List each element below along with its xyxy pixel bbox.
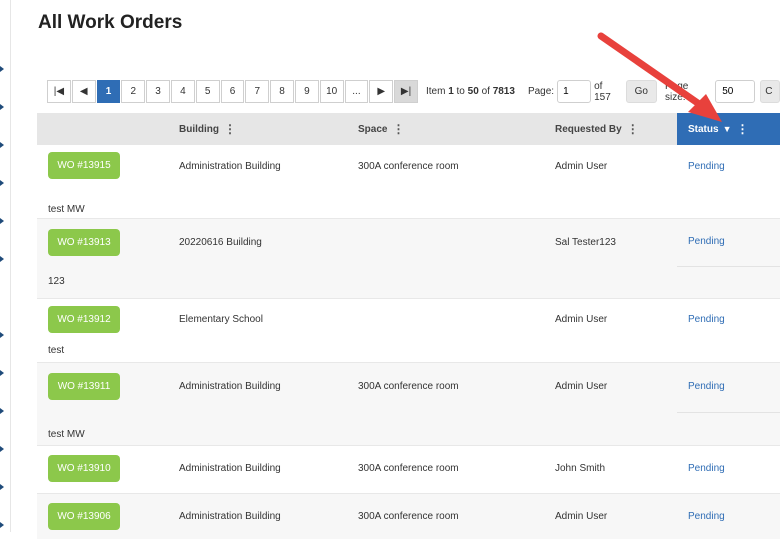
arrow-shaft — [597, 32, 706, 110]
red-arrow-annotation — [597, 32, 722, 122]
